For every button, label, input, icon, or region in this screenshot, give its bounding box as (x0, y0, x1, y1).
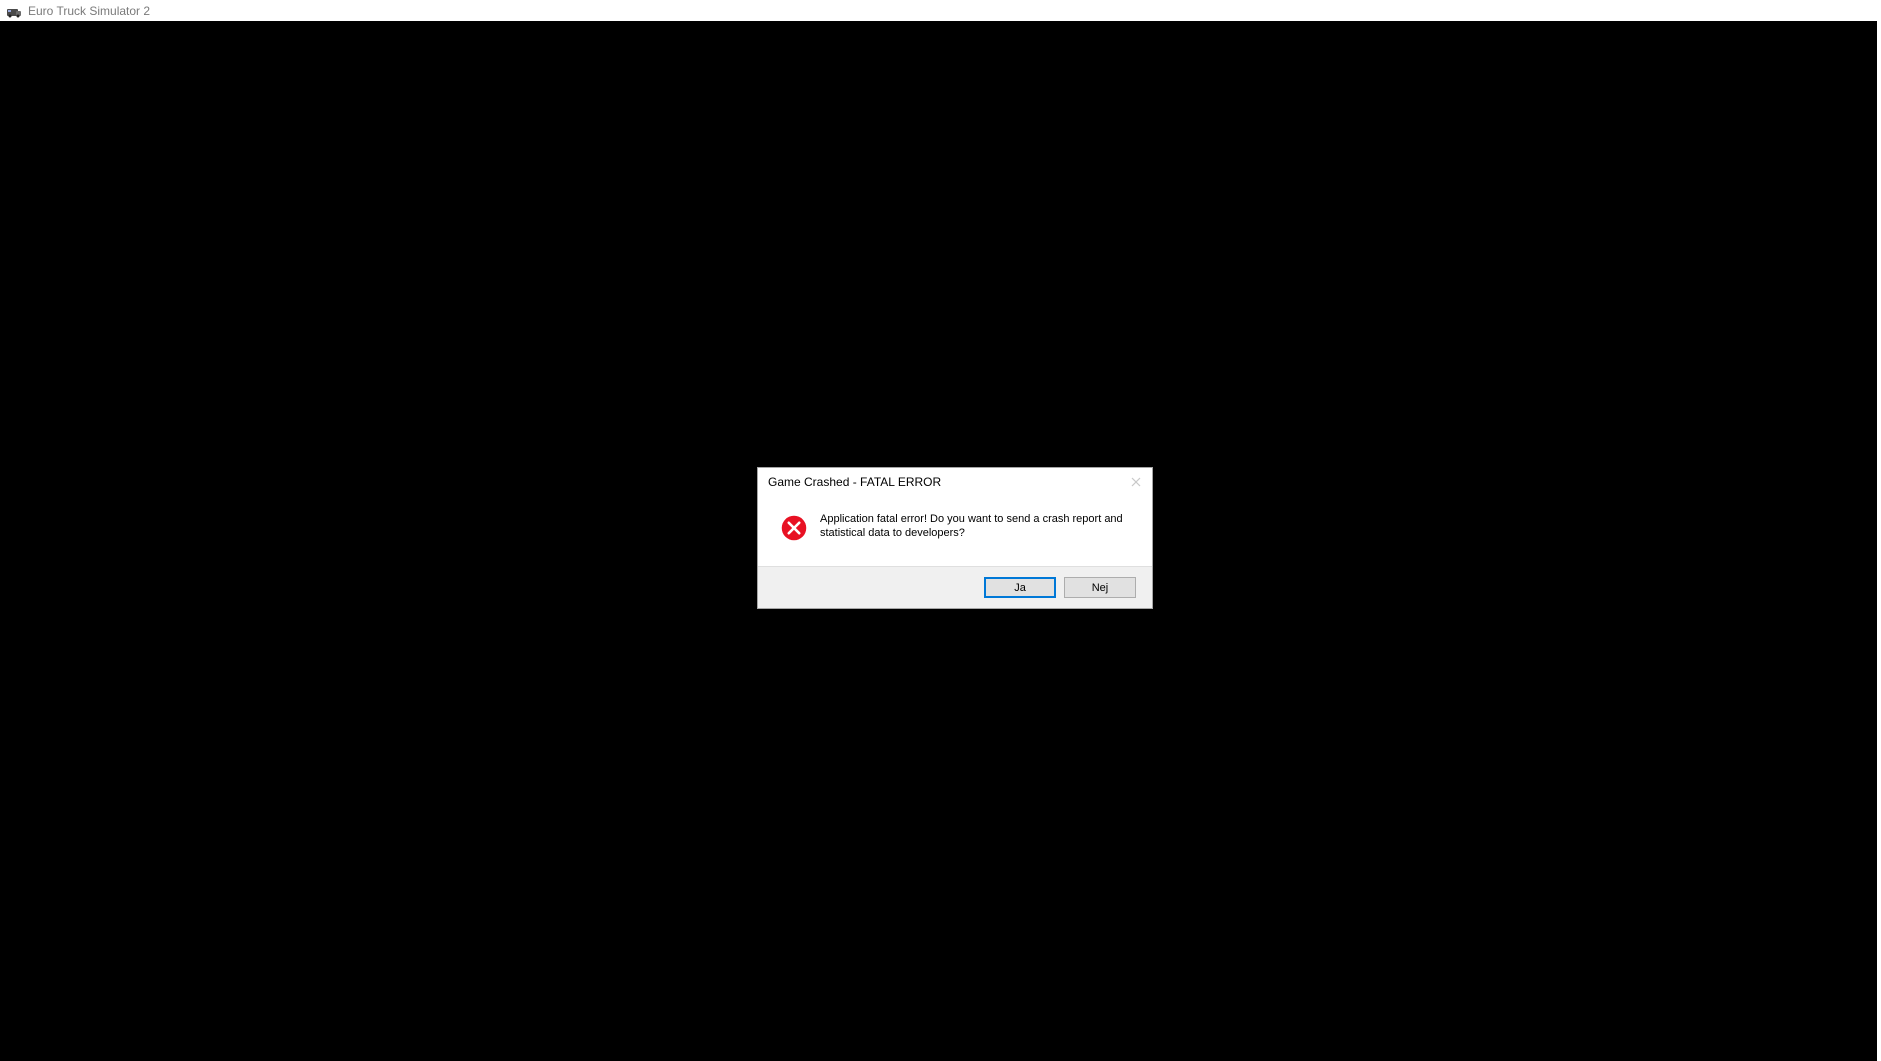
crash-dialog: Game Crashed - FATAL ERROR Application f… (757, 467, 1153, 609)
app-icon (6, 3, 22, 19)
dialog-body: Application fatal error! Do you want to … (758, 496, 1152, 566)
dialog-message: Application fatal error! Do you want to … (820, 512, 1138, 541)
yes-button[interactable]: Ja (984, 577, 1056, 598)
error-icon (780, 514, 808, 542)
app-title: Euro Truck Simulator 2 (28, 4, 150, 18)
close-icon[interactable] (1128, 474, 1144, 490)
dialog-title: Game Crashed - FATAL ERROR (768, 475, 941, 489)
dialog-footer: Ja Nej (758, 566, 1152, 608)
dialog-titlebar[interactable]: Game Crashed - FATAL ERROR (758, 468, 1152, 496)
no-button[interactable]: Nej (1064, 577, 1136, 598)
app-titlebar[interactable]: Euro Truck Simulator 2 (0, 0, 1881, 21)
